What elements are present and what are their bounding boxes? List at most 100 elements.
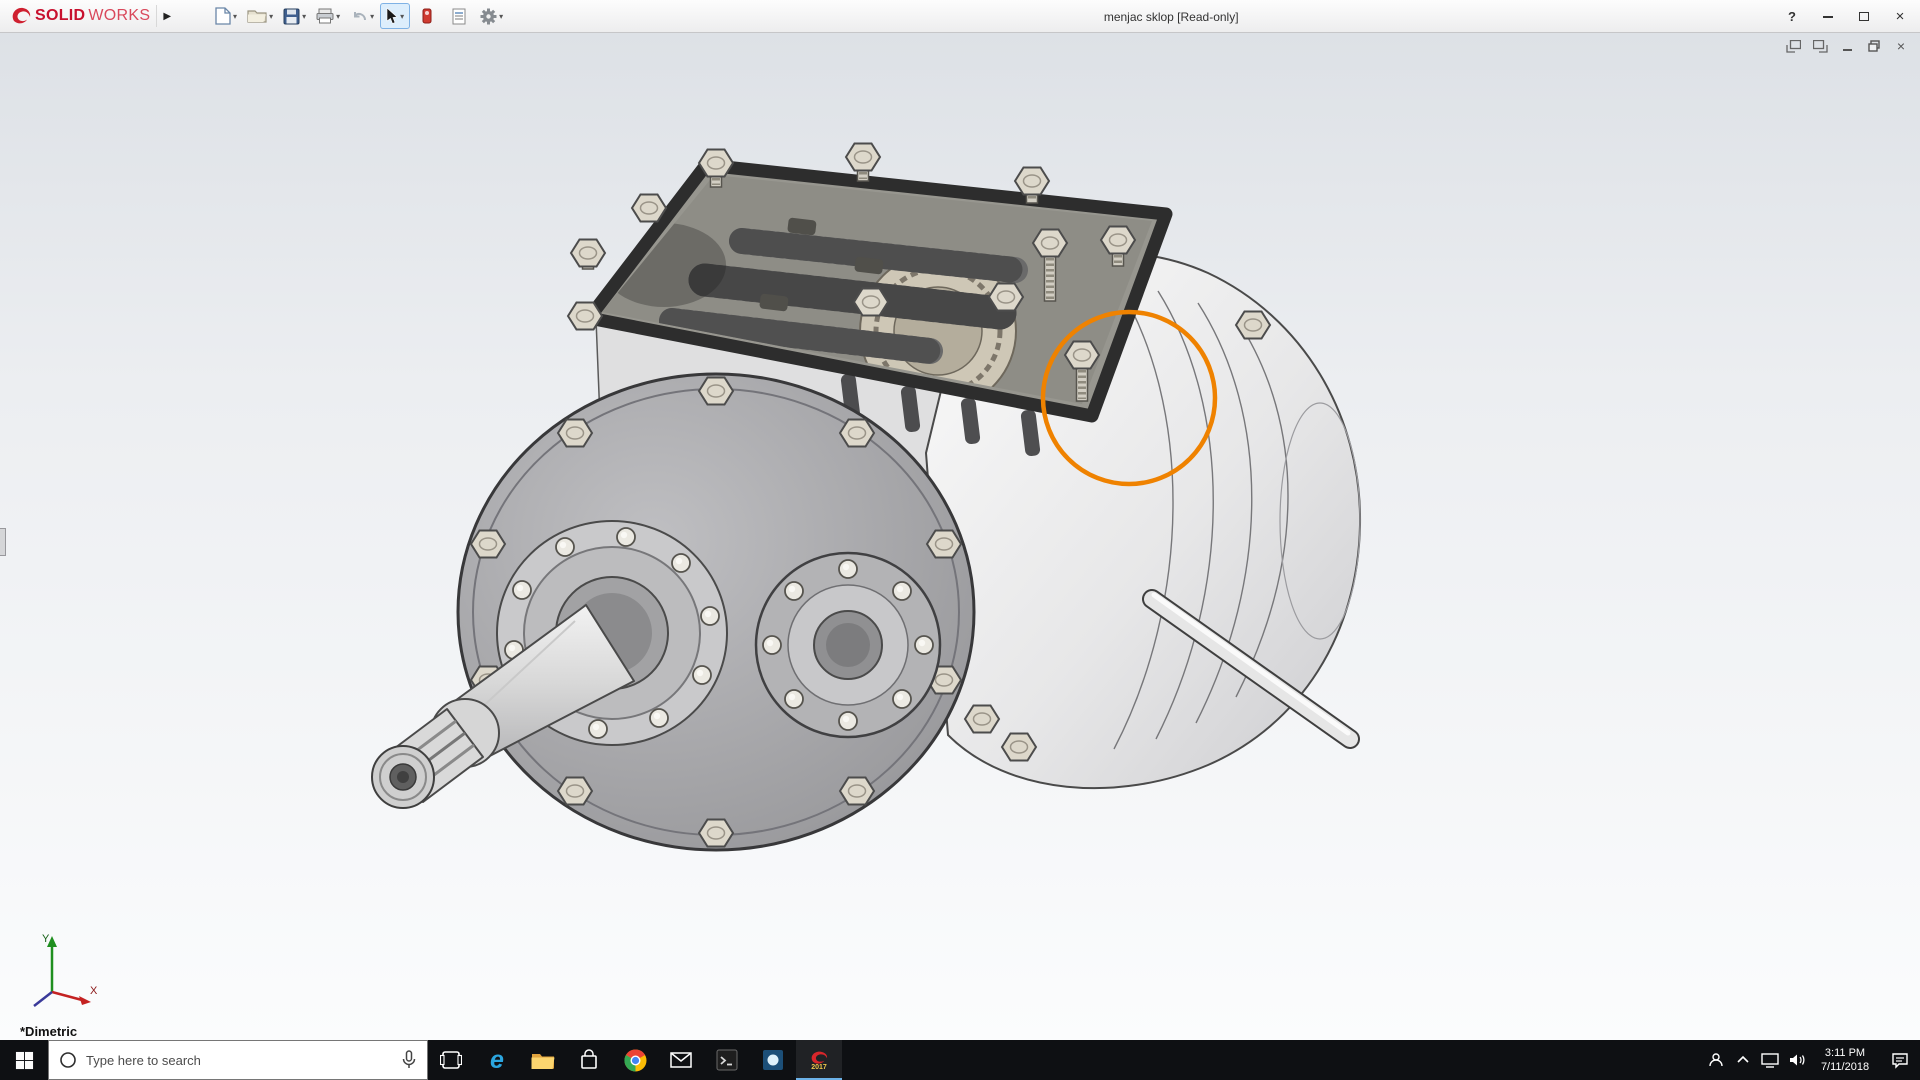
task-view-button[interactable] bbox=[428, 1040, 474, 1080]
new-document-icon bbox=[215, 7, 231, 25]
store-button[interactable] bbox=[566, 1040, 612, 1080]
undo-icon bbox=[350, 9, 368, 24]
doc-pane-button[interactable] bbox=[1784, 38, 1802, 54]
help-icon: ? bbox=[1788, 9, 1796, 24]
minimize-button[interactable] bbox=[1810, 3, 1846, 30]
chrome-button[interactable] bbox=[612, 1040, 658, 1080]
taskbar: e 2017 bbox=[0, 1040, 1920, 1080]
model-canvas[interactable] bbox=[0, 33, 1920, 1040]
window-controls: ? × bbox=[1774, 0, 1918, 33]
brand-works: WORKS bbox=[88, 7, 150, 25]
dropdown-arrow-icon: ▾ bbox=[400, 12, 404, 21]
doc-restore-icon bbox=[1868, 40, 1881, 52]
store-icon bbox=[579, 1049, 599, 1071]
ds-swoosh-icon bbox=[10, 6, 32, 26]
search-circle-icon bbox=[59, 1051, 77, 1069]
select-tool-button[interactable]: ▾ bbox=[380, 3, 410, 29]
view-orientation-label: *Dimetric bbox=[20, 1024, 77, 1039]
volume-button[interactable] bbox=[1783, 1040, 1810, 1080]
close-button[interactable]: × bbox=[1882, 3, 1918, 30]
doc-close-icon: × bbox=[1897, 39, 1905, 53]
action-center-icon bbox=[1891, 1052, 1909, 1069]
clock-date: 7/11/2018 bbox=[1810, 1060, 1880, 1074]
minimize-icon bbox=[1823, 16, 1833, 18]
x-axis-arrow bbox=[79, 996, 91, 1005]
clock[interactable]: 3:11 PM 7/11/2018 bbox=[1810, 1040, 1880, 1080]
network-icon bbox=[1761, 1053, 1779, 1068]
menu-expand-arrow[interactable]: ▶ bbox=[156, 5, 181, 27]
doc-minimize-icon bbox=[1843, 49, 1852, 51]
console-icon bbox=[716, 1049, 738, 1071]
people-icon bbox=[1708, 1052, 1724, 1068]
clock-time: 3:11 PM bbox=[1810, 1046, 1880, 1060]
doc-close-button[interactable]: × bbox=[1892, 38, 1910, 54]
hidden-icons-button[interactable] bbox=[1729, 1040, 1756, 1080]
dropdown-arrow-icon: ▾ bbox=[269, 12, 273, 21]
dropdown-arrow-icon: ▾ bbox=[370, 12, 374, 21]
edge-icon: e bbox=[490, 1048, 504, 1073]
doc-minimize-button[interactable] bbox=[1838, 38, 1856, 54]
file-properties-button[interactable] bbox=[444, 3, 474, 29]
solidworks-year-label: 2017 bbox=[811, 1064, 827, 1071]
taskbar-search[interactable] bbox=[48, 1040, 428, 1080]
maximize-button[interactable] bbox=[1846, 3, 1882, 30]
photos-icon bbox=[762, 1049, 784, 1071]
windows-logo-icon bbox=[15, 1051, 34, 1070]
chevron-up-icon bbox=[1736, 1055, 1750, 1065]
console-button[interactable] bbox=[704, 1040, 750, 1080]
new-document-button[interactable]: ▾ bbox=[211, 3, 241, 29]
x-axis-label: X bbox=[90, 985, 98, 997]
options-button[interactable]: ▾ bbox=[476, 3, 507, 29]
file-explorer-button[interactable] bbox=[520, 1040, 566, 1080]
speaker-icon bbox=[1788, 1053, 1806, 1067]
photos-button[interactable] bbox=[750, 1040, 796, 1080]
action-center-button[interactable] bbox=[1880, 1040, 1920, 1080]
dropdown-arrow-icon: ▾ bbox=[499, 12, 503, 21]
maximize-icon bbox=[1859, 12, 1869, 21]
screen: SOLIDWORKS ▶ ▾ ▾ ▾ ▾ ▾ bbox=[0, 0, 1920, 1080]
y-axis-label: Y bbox=[42, 933, 50, 945]
toolbar: ▾ ▾ ▾ ▾ ▾ ▾ bbox=[211, 3, 507, 29]
doc-pane-button[interactable] bbox=[1811, 38, 1829, 54]
save-icon bbox=[283, 8, 300, 25]
titlebar: SOLIDWORKS ▶ ▾ ▾ ▾ ▾ ▾ bbox=[0, 0, 1920, 33]
print-icon bbox=[316, 8, 334, 24]
open-button[interactable]: ▾ bbox=[243, 3, 277, 29]
panel-collapse-handle[interactable] bbox=[0, 528, 6, 556]
document-title: menjac sklop [Read-only] bbox=[1104, 10, 1239, 24]
network-button[interactable] bbox=[1756, 1040, 1783, 1080]
dropdown-arrow-icon: ▾ bbox=[233, 12, 237, 21]
file-explorer-icon bbox=[531, 1050, 555, 1070]
secondary-boss bbox=[756, 553, 940, 737]
solidworks-app-icon bbox=[808, 1050, 830, 1065]
file-properties-icon bbox=[452, 8, 466, 25]
document-window-controls: × bbox=[1784, 38, 1910, 54]
brand-solid: SOLID bbox=[35, 7, 85, 25]
solidworks-logo: SOLIDWORKS bbox=[0, 6, 156, 26]
doc-restore-button[interactable] bbox=[1865, 38, 1883, 54]
help-button[interactable]: ? bbox=[1774, 3, 1810, 30]
graphics-area[interactable]: × Y X *Dimetric bbox=[0, 33, 1920, 1040]
edge-browser-button[interactable]: e bbox=[474, 1040, 520, 1080]
task-view-icon bbox=[440, 1049, 462, 1071]
select-cursor-icon bbox=[386, 8, 398, 24]
mail-icon bbox=[670, 1052, 692, 1068]
dropdown-arrow-icon: ▾ bbox=[336, 12, 340, 21]
chrome-icon bbox=[624, 1049, 647, 1072]
microphone-icon[interactable] bbox=[401, 1050, 417, 1070]
solidworks-app-button[interactable]: 2017 bbox=[796, 1040, 842, 1080]
stoplight-button[interactable] bbox=[412, 3, 442, 29]
doc-pane-icon bbox=[1813, 40, 1828, 53]
coordinate-triad: Y X bbox=[14, 928, 102, 1014]
save-button[interactable]: ▾ bbox=[279, 3, 310, 29]
system-tray: 3:11 PM 7/11/2018 bbox=[1702, 1040, 1920, 1080]
people-button[interactable] bbox=[1702, 1040, 1729, 1080]
print-button[interactable]: ▾ bbox=[312, 3, 344, 29]
doc-pane-icon bbox=[1786, 40, 1801, 53]
gearbox-model bbox=[372, 144, 1360, 851]
undo-button[interactable]: ▾ bbox=[346, 3, 378, 29]
start-button[interactable] bbox=[0, 1040, 48, 1080]
gear-icon bbox=[480, 8, 497, 25]
search-input[interactable] bbox=[86, 1053, 392, 1068]
mail-button[interactable] bbox=[658, 1040, 704, 1080]
